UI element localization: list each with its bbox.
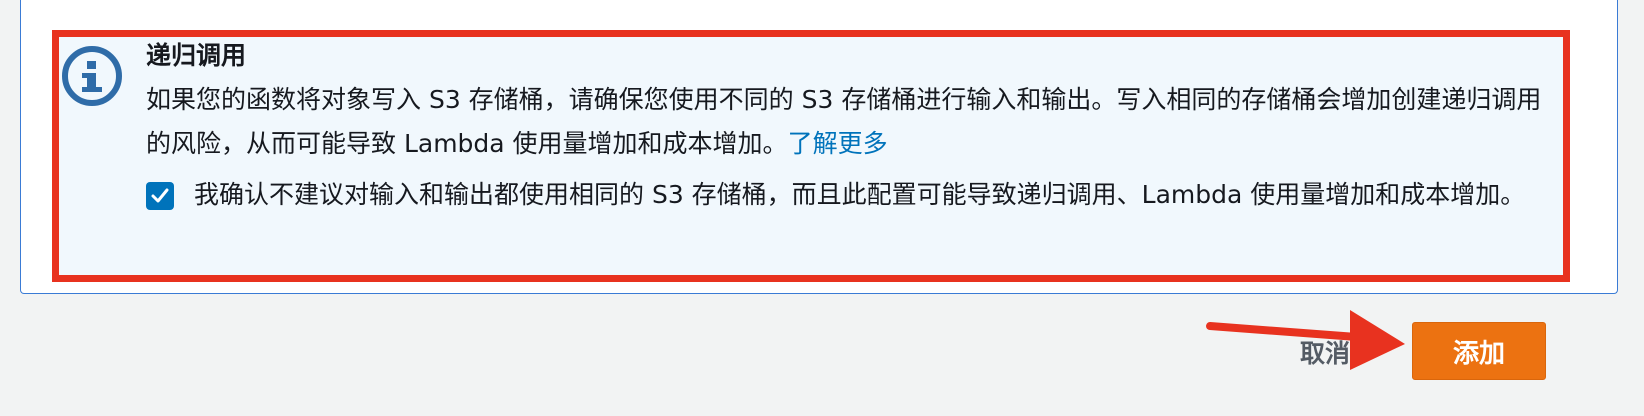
cancel-button[interactable]: 取消 <box>1300 336 1350 372</box>
learn-more-link[interactable]: 了解更多 <box>788 129 888 158</box>
alert-description: 如果您的函数将对象写入 S3 存储桶，请确保您使用不同的 S3 存储桶进行输入和… <box>146 78 1546 166</box>
acknowledge-label: 我确认不建议对输入和输出都使用相同的 S3 存储桶，而且此配置可能导致递归调用、… <box>194 180 1526 209</box>
info-icon <box>62 46 122 106</box>
alert-title: 递归调用 <box>146 41 247 70</box>
add-button[interactable]: 添加 <box>1412 322 1546 380</box>
checkmark-icon <box>151 188 169 203</box>
acknowledge-checkbox[interactable] <box>146 182 174 210</box>
